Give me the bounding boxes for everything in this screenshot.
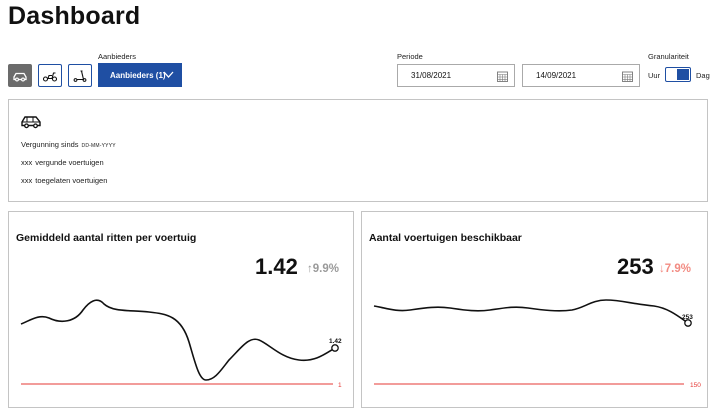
sparkline-end-label: 1.42 <box>329 338 342 345</box>
granularity-option-day[interactable]: Dag <box>696 71 710 80</box>
calendar-icon[interactable] <box>497 71 508 82</box>
license-date: DD-MM-YYYY <box>81 143 116 149</box>
toggle-knob <box>677 69 689 80</box>
admitted-count: xxx <box>21 176 33 185</box>
sparkline-path <box>20 299 336 381</box>
scooter-icon <box>42 71 58 82</box>
date-from-field[interactable]: 31/08/2021 <box>397 64 515 87</box>
vehicle-type-car-button[interactable] <box>8 64 32 87</box>
license-since-label: Vergunning sinds <box>21 140 79 149</box>
providers-label: Aanbieders <box>98 52 136 61</box>
granularity-option-hour[interactable]: Uur <box>648 71 660 80</box>
metric-card-avg-trips: Gemiddeld aantal ritten per voertuig 1.4… <box>8 211 354 408</box>
vehicle-info-panel: Vergunning sinds DD-MM-YYYY xxx vergunde v… <box>8 99 708 202</box>
calendar-icon[interactable] <box>622 71 633 82</box>
licensed-label: vergunde voertuigen <box>35 158 104 167</box>
sparkline-end-point <box>331 344 339 352</box>
date-from-value: 31/08/2021 <box>411 71 452 80</box>
chevron-down-icon <box>163 71 174 78</box>
metric-card-available-vehicles: Aantal voertuigen beschikbaar 253 ↓7.9% … <box>361 211 708 408</box>
sparkline-end-label: 253 <box>682 314 693 321</box>
sparkline-chart: 150 253 <box>373 299 701 389</box>
period-label: Periode <box>397 52 423 61</box>
sparkline-path <box>373 299 689 324</box>
kickscooter-icon <box>73 69 87 82</box>
admitted-label: toegelaten voertuigen <box>35 176 108 185</box>
vehicle-type-kickscooter-button[interactable] <box>68 64 92 87</box>
car-icon <box>21 116 41 129</box>
providers-dropdown-label: Aanbieders (1) <box>110 70 166 80</box>
page-title: Dashboard <box>8 2 141 30</box>
licensed-vehicles-line: xxx vergunde voertuigen <box>21 158 104 167</box>
license-since-line: Vergunning sinds DD-MM-YYYY <box>21 140 116 149</box>
providers-dropdown[interactable]: Aanbieders (1) <box>98 63 182 87</box>
date-to-value: 14/09/2021 <box>536 71 577 80</box>
sparkline-chart: 1 1.42 <box>20 299 342 389</box>
date-to-field[interactable]: 14/09/2021 <box>522 64 640 87</box>
granularity-label: Granulariteit <box>648 52 689 61</box>
licensed-count: xxx <box>21 158 33 167</box>
threshold-label: 150 <box>690 382 701 389</box>
admitted-vehicles-line: xxx toegelaten voertuigen <box>21 176 107 185</box>
granularity-toggle[interactable] <box>665 67 691 82</box>
threshold-label: 1 <box>338 382 342 389</box>
vehicle-type-scooter-button[interactable] <box>38 64 62 87</box>
car-icon <box>13 72 27 81</box>
